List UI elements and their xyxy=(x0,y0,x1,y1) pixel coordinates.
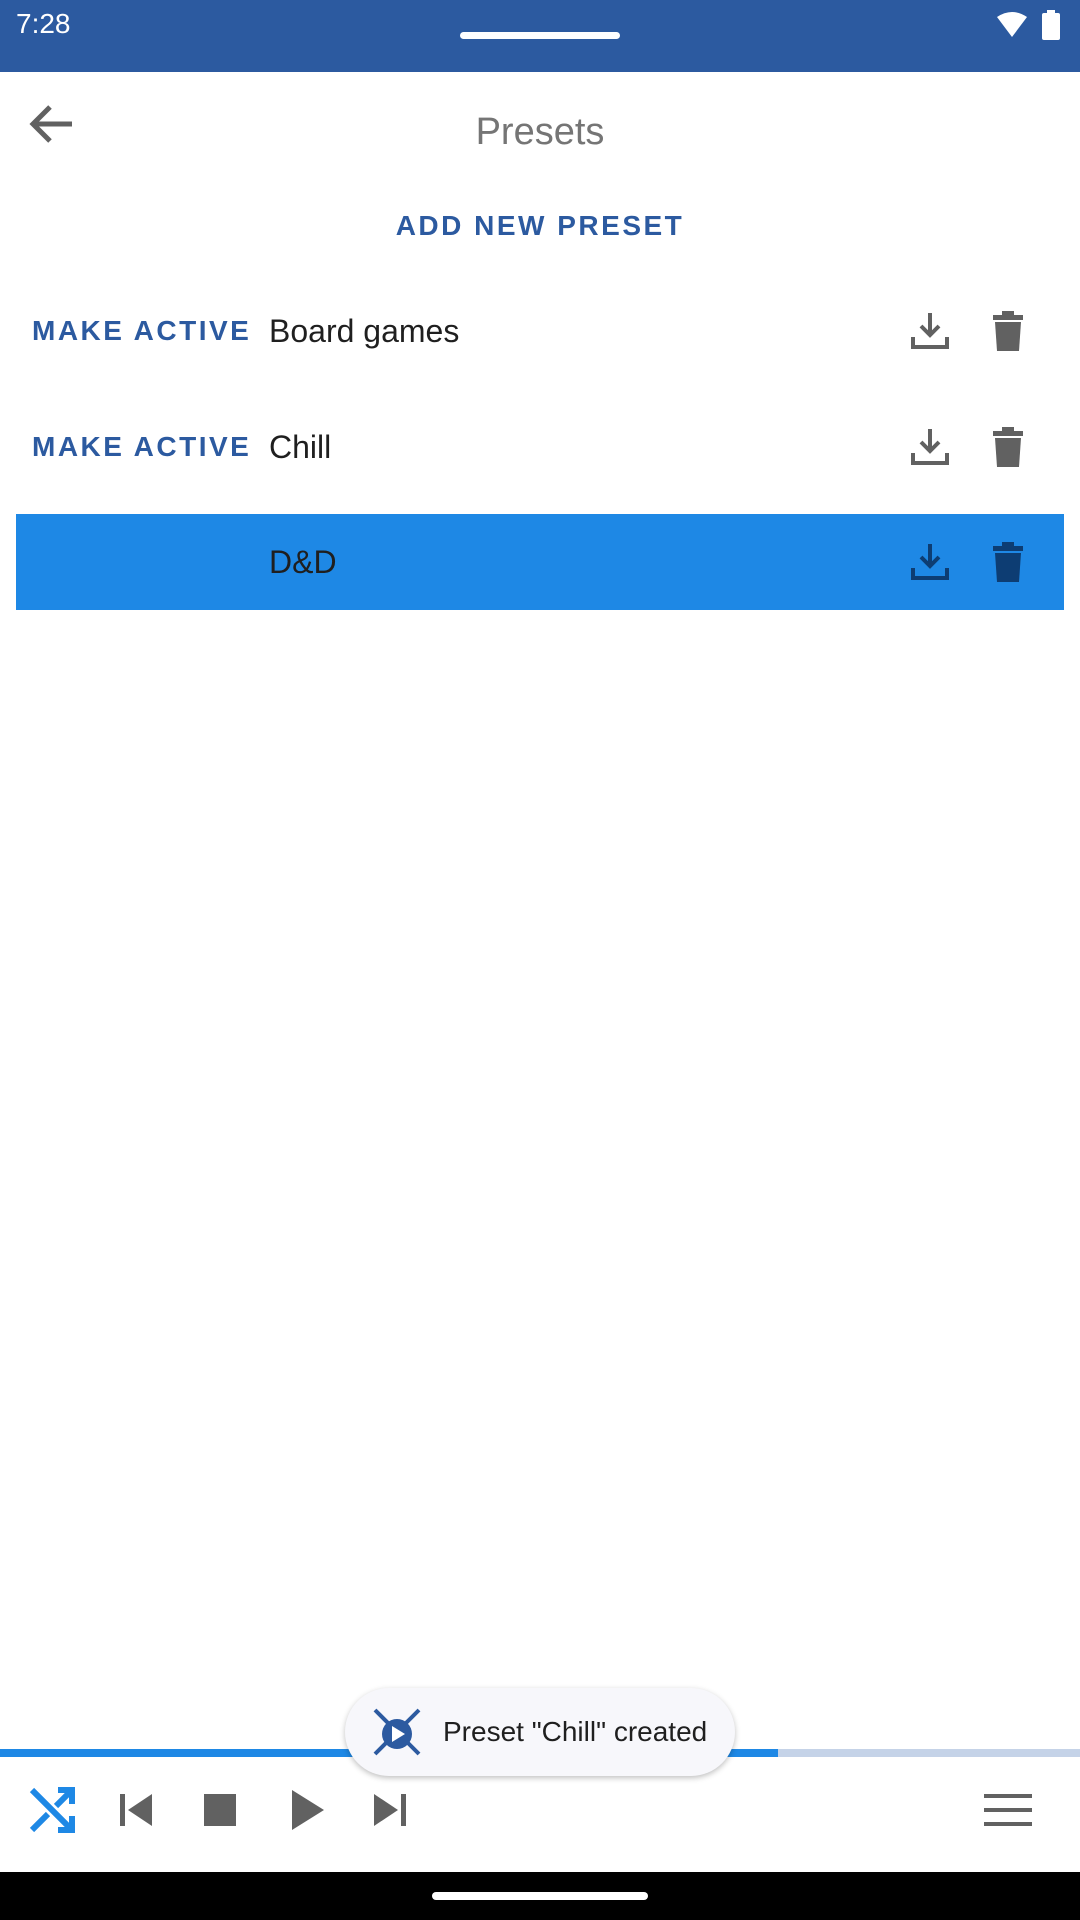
toast-message: Preset "Chill" created xyxy=(443,1716,708,1747)
preset-name: Chill xyxy=(269,429,332,465)
download-button[interactable] xyxy=(906,307,954,355)
battery-icon xyxy=(1042,10,1060,40)
toast-notification: Preset "Chill" created xyxy=(345,1688,735,1776)
shuffle-icon xyxy=(29,1787,75,1833)
add-new-preset-button[interactable]: ADD NEW PRESET xyxy=(390,204,690,248)
make-active-button[interactable]: MAKE ACTIVE xyxy=(32,309,251,353)
wifi-icon xyxy=(997,12,1027,37)
delete-icon xyxy=(993,311,1023,351)
navigation-bar xyxy=(0,1872,1080,1920)
preset-row-chill: MAKE ACTIVE Chill xyxy=(16,399,1064,495)
status-bar: 7:28 xyxy=(0,0,1080,72)
skip-previous-icon xyxy=(120,1794,152,1826)
download-icon xyxy=(911,313,949,349)
delete-button[interactable] xyxy=(984,307,1032,355)
status-time: 7:28 xyxy=(16,8,71,39)
play-icon xyxy=(292,1790,324,1830)
stop-button[interactable] xyxy=(192,1782,248,1838)
status-handle xyxy=(460,32,620,39)
app-icon xyxy=(371,1706,423,1758)
stop-icon xyxy=(204,1794,236,1826)
delete-button[interactable] xyxy=(984,538,1032,586)
skip-previous-button[interactable] xyxy=(108,1782,164,1838)
skip-next-icon xyxy=(374,1794,406,1826)
download-button[interactable] xyxy=(906,538,954,586)
delete-icon xyxy=(993,427,1023,467)
download-icon xyxy=(911,544,949,580)
play-button[interactable] xyxy=(278,1782,334,1838)
menu-icon xyxy=(984,1794,1032,1826)
delete-button[interactable] xyxy=(984,423,1032,471)
skip-next-button[interactable] xyxy=(362,1782,418,1838)
preset-row-dnd-active[interactable]: D&D xyxy=(16,514,1064,610)
preset-name: Board games xyxy=(269,313,460,349)
menu-button[interactable] xyxy=(980,1782,1036,1838)
player-controls xyxy=(0,1760,1080,1872)
page-title: Presets xyxy=(475,111,605,153)
delete-icon xyxy=(993,542,1023,582)
download-icon xyxy=(911,429,949,465)
make-active-button[interactable]: MAKE ACTIVE xyxy=(32,425,251,469)
preset-row-board-games: MAKE ACTIVE Board games xyxy=(16,283,1064,379)
home-handle[interactable] xyxy=(432,1892,648,1900)
download-button[interactable] xyxy=(906,423,954,471)
status-icons xyxy=(996,10,1060,40)
shuffle-button[interactable] xyxy=(24,1782,80,1838)
preset-name: D&D xyxy=(269,544,337,580)
